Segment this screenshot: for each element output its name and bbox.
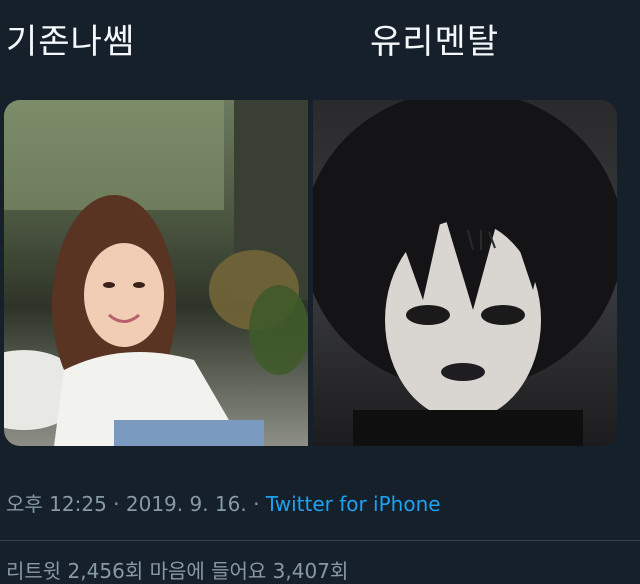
meta-separator: · xyxy=(113,492,120,516)
caption-left: 기존나쎔 xyxy=(6,22,136,62)
engagement-stats[interactable]: 리트윗 2,456회 마음에 들어요 3,407회 xyxy=(6,555,348,584)
caption-right: 유리멘탈 xyxy=(370,22,500,62)
tweet-metadata: 오후 12:25 · 2019. 9. 16. · Twitter for iP… xyxy=(6,488,441,517)
tweet-photo-right[interactable] xyxy=(313,100,617,446)
photo-goth-portrait xyxy=(313,100,617,446)
tweet-source-link[interactable]: Twitter for iPhone xyxy=(266,492,441,516)
photo-smiling-woman xyxy=(4,100,308,446)
divider xyxy=(0,540,640,541)
tweet-time: 오후 12:25 xyxy=(6,492,107,516)
meta-separator: · xyxy=(253,492,260,516)
tweet-photo-left[interactable] xyxy=(4,100,308,446)
tweet-date[interactable]: 2019. 9. 16. xyxy=(126,492,247,516)
